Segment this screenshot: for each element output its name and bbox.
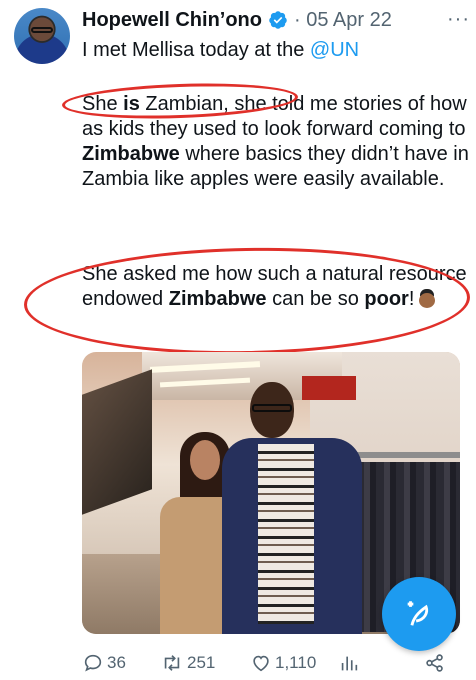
tweet-date[interactable]: · 05 Apr 22 bbox=[294, 9, 392, 32]
heart-icon bbox=[253, 655, 269, 672]
bold-text: Zimbabwe bbox=[82, 143, 180, 165]
date-label: 05 Apr 22 bbox=[306, 8, 392, 31]
retweet-icon bbox=[164, 655, 180, 671]
photo-woman-face bbox=[190, 440, 220, 480]
like-button[interactable]: 1,110 bbox=[250, 650, 316, 676]
bold-text: poor bbox=[364, 288, 409, 310]
compose-tweet-button[interactable] bbox=[382, 577, 456, 651]
tweet-text-line1: I met Mellisa today at the @UN bbox=[82, 38, 470, 63]
author-avatar[interactable] bbox=[14, 8, 70, 64]
photo-store-sign bbox=[302, 376, 356, 400]
author-name[interactable]: Hopewell Chin’ono bbox=[82, 9, 262, 32]
compose-tweet-icon bbox=[407, 601, 429, 626]
retweet-button[interactable]: 251 bbox=[160, 650, 215, 676]
reply-button[interactable]: 36 bbox=[82, 650, 126, 676]
reply-icon bbox=[84, 654, 102, 672]
text-segment: Zambian, she told me stories of how as k… bbox=[82, 93, 467, 140]
mention-link[interactable]: @UN bbox=[310, 39, 359, 61]
views-button[interactable] bbox=[338, 650, 363, 676]
facepalm-emoji-icon bbox=[418, 288, 436, 308]
text-segment: ! bbox=[408, 288, 415, 310]
tweet-header: Hopewell Chin’ono · 05 Apr 22 bbox=[82, 6, 392, 34]
text-segment: can be so bbox=[266, 288, 365, 310]
photo-clothes-rail bbox=[350, 452, 460, 458]
like-count: 1,110 bbox=[275, 653, 317, 672]
retweet-count: 251 bbox=[187, 653, 216, 672]
reply-count: 36 bbox=[107, 653, 126, 672]
date-separator: · bbox=[294, 8, 301, 31]
tweet: Hopewell Chin’ono · 05 Apr 22 ··· I met … bbox=[0, 0, 476, 680]
more-options-icon[interactable]: ··· bbox=[447, 8, 470, 31]
text-segment: I met Mellisa today at the bbox=[82, 39, 310, 61]
photo-escalator bbox=[82, 369, 152, 515]
bold-text: is bbox=[123, 93, 140, 115]
share-icon bbox=[426, 654, 443, 672]
verified-badge-icon bbox=[269, 11, 287, 29]
bold-text: Zimbabwe bbox=[168, 288, 267, 310]
avatar-glasses bbox=[31, 27, 53, 33]
photo-man-glasses bbox=[252, 404, 292, 412]
tweet-paragraph-2: She is Zambian, she told me stories of h… bbox=[82, 92, 470, 192]
text-segment: She bbox=[82, 93, 124, 115]
share-button[interactable] bbox=[424, 650, 449, 676]
photo-man-shirt bbox=[258, 444, 314, 624]
tweet-paragraph-3: She asked me how such a natural resource… bbox=[82, 262, 470, 312]
views-bar-chart-icon bbox=[341, 656, 358, 671]
tweet-actions-bar: 36 251 1,110 bbox=[82, 650, 452, 676]
